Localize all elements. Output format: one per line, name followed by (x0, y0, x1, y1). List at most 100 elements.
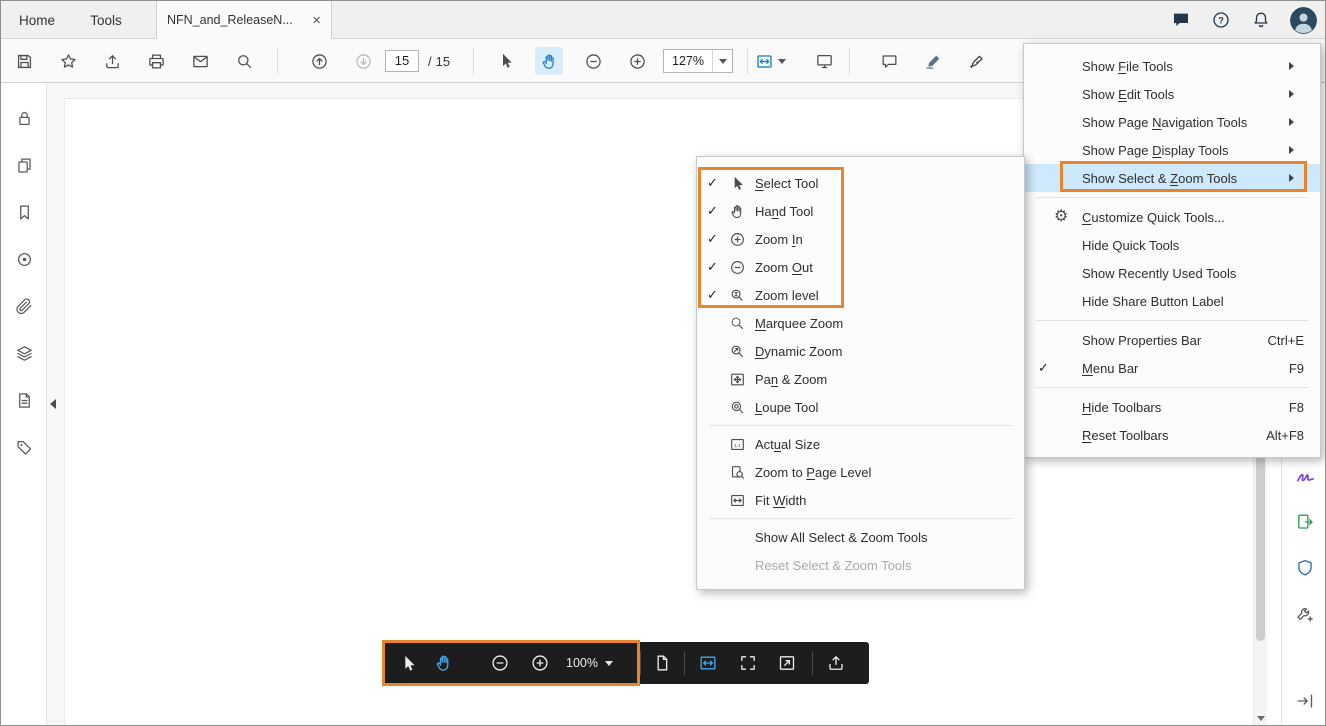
find-button[interactable] (230, 47, 258, 75)
menu-item-menu-bar[interactable]: ✓ Menu Bar F9 (1024, 354, 1320, 382)
menu-item-hide-share-button-label[interactable]: Hide Share Button Label (1024, 287, 1320, 315)
checkmark-icon: ✓ (707, 231, 718, 246)
security-panel-button[interactable] (12, 106, 36, 130)
menu-item-zoom-to-page-level[interactable]: Zoom to Page Level (697, 458, 1024, 486)
menu-item-hide-toolbars[interactable]: Hide Toolbars F8 (1024, 393, 1320, 421)
presentation-mode-icon (816, 54, 832, 68)
menu-item-show-properties-bar[interactable]: Show Properties Bar Ctrl+E (1024, 326, 1320, 354)
tab-document[interactable]: NFN_and_ReleaseN... × (156, 1, 332, 39)
page-thumbnails-button[interactable] (12, 153, 36, 177)
menu-item-show-select-zoom-tools[interactable]: Show Select & Zoom Tools (1024, 164, 1320, 192)
comment-button[interactable] (875, 47, 903, 75)
notifications-button[interactable] (1250, 9, 1272, 31)
menu-item-zoom-level[interactable]: ✓ Zoom level (697, 281, 1024, 309)
save-button[interactable] (10, 47, 38, 75)
menu-item-show-all-select-zoom-tools[interactable]: Show All Select & Zoom Tools (697, 523, 1024, 551)
tab-tools[interactable]: Tools (73, 1, 139, 39)
menu-item-show-page-display-tools[interactable]: Show Page Display Tools (1024, 136, 1320, 164)
zoom-in-button[interactable] (528, 651, 552, 675)
content-panel-button[interactable] (12, 388, 36, 412)
presentation-mode-button[interactable] (810, 47, 838, 75)
fill-and-sign-icon (1296, 473, 1314, 482)
zoom-out-button[interactable] (488, 651, 512, 675)
fit-width-button[interactable] (696, 651, 720, 675)
menu-item-label: Zoom Out (755, 259, 813, 275)
bookmarks-button[interactable] (12, 200, 36, 224)
menu-item-pan-zoom[interactable]: Pan & Zoom (697, 365, 1024, 393)
menu-item-actual-size[interactable]: 1:1 Actual Size (697, 430, 1024, 458)
export-pdf-button[interactable] (1293, 510, 1317, 534)
help-button[interactable]: ? (1210, 9, 1232, 31)
user-avatar[interactable] (1290, 6, 1317, 34)
menu-item-label: Zoom In (755, 231, 803, 247)
zoom-dropdown-caret[interactable] (712, 50, 732, 72)
menu-item-select-tool[interactable]: ✓ Select Tool (697, 169, 1024, 197)
caret-down-icon (778, 58, 786, 64)
menu-item-fit-width[interactable]: Fit Width (697, 486, 1024, 514)
zoom-level-dropdown[interactable]: 100% (566, 642, 613, 684)
fill-and-sign-button[interactable] (1293, 464, 1317, 488)
page-number-input[interactable]: 15 (385, 50, 419, 72)
caret-down-icon (718, 58, 727, 64)
print-icon (148, 54, 164, 68)
hand-tool-button[interactable] (535, 47, 563, 75)
more-tools-button[interactable] (1293, 602, 1317, 626)
open-tools-pane-button[interactable] (1293, 689, 1317, 713)
zoom-in-icon (629, 53, 645, 69)
select-tool-button[interactable] (396, 651, 420, 675)
select-tool-button[interactable] (492, 47, 520, 75)
print-button[interactable] (142, 47, 170, 75)
menu-item-hide-quick-tools[interactable]: Hide Quick Tools (1024, 231, 1320, 259)
hand-tool-icon (542, 53, 554, 69)
zoom-level-dropdown[interactable]: 127% (663, 49, 733, 73)
marquee-zoom-icon (727, 313, 747, 333)
fullscreen-button[interactable] (775, 651, 799, 675)
sign-button[interactable] (963, 47, 991, 75)
menu-item-reset-toolbars[interactable]: Reset Toolbars Alt+F8 (1024, 421, 1320, 449)
zoom-out-button[interactable] (579, 47, 607, 75)
fit-page-button[interactable] (736, 651, 760, 675)
menu-shortcut: Alt+F8 (1266, 427, 1304, 443)
tab-bar: Home Tools NFN_and_ReleaseN... × ? (1, 1, 1325, 39)
hand-tool-button[interactable] (432, 651, 456, 675)
destinations-button[interactable] (12, 247, 36, 271)
menu-item-show-edit-tools[interactable]: Show Edit Tools (1024, 80, 1320, 108)
highlight-button[interactable] (919, 47, 947, 75)
tags-panel-button[interactable] (12, 435, 36, 459)
menu-item-marquee-zoom[interactable]: Marquee Zoom (697, 309, 1024, 337)
share-upload-button[interactable] (98, 47, 126, 75)
close-tab-icon[interactable]: × (312, 13, 321, 28)
menu-item-zoom-in[interactable]: ✓ Zoom In (697, 225, 1024, 253)
menu-item-show-page-navigation-tools[interactable]: Show Page Navigation Tools (1024, 108, 1320, 136)
protect-button[interactable] (1293, 556, 1317, 580)
menu-item-zoom-out[interactable]: ✓ Zoom Out (697, 253, 1024, 281)
email-button[interactable] (186, 47, 214, 75)
menu-item-label: Select Tool (755, 175, 819, 191)
collapse-panel-arrow[interactable] (50, 399, 56, 409)
layers-button[interactable] (12, 341, 36, 365)
page-view-button[interactable] (650, 651, 674, 675)
menu-item-loupe-tool[interactable]: Loupe Tool (697, 393, 1024, 421)
next-page-button[interactable] (349, 47, 377, 75)
menu-item-show-recently-used-tools[interactable]: Show Recently Used Tools (1024, 259, 1320, 287)
menu-separator (709, 425, 1012, 426)
menu-item-hand-tool[interactable]: ✓ Hand Tool (697, 197, 1024, 225)
menu-item-show-file-tools[interactable]: Show File Tools (1024, 52, 1320, 80)
previous-page-button[interactable] (305, 47, 333, 75)
toolbar-separator (640, 651, 641, 675)
tab-home[interactable]: Home (1, 1, 73, 39)
favorite-button[interactable] (54, 47, 82, 75)
menu-item-customize-quick-tools[interactable]: ⚙ Customize Quick Tools... (1024, 203, 1320, 231)
chat-button[interactable] (1170, 9, 1192, 31)
share-upload-button[interactable] (824, 651, 848, 675)
zoom-in-button[interactable] (623, 47, 651, 75)
zoom-to-page-icon (727, 462, 747, 482)
page-display-button[interactable] (755, 47, 795, 75)
attachments-button[interactable] (12, 294, 36, 318)
share-upload-icon (105, 54, 119, 68)
scroll-down-arrow-icon[interactable] (1257, 716, 1265, 721)
menu-item-dynamic-zoom[interactable]: Dynamic Zoom (697, 337, 1024, 365)
toolbar-separator (277, 48, 278, 74)
menu-item-label: Menu Bar (1082, 360, 1139, 376)
lock-icon (18, 111, 30, 125)
